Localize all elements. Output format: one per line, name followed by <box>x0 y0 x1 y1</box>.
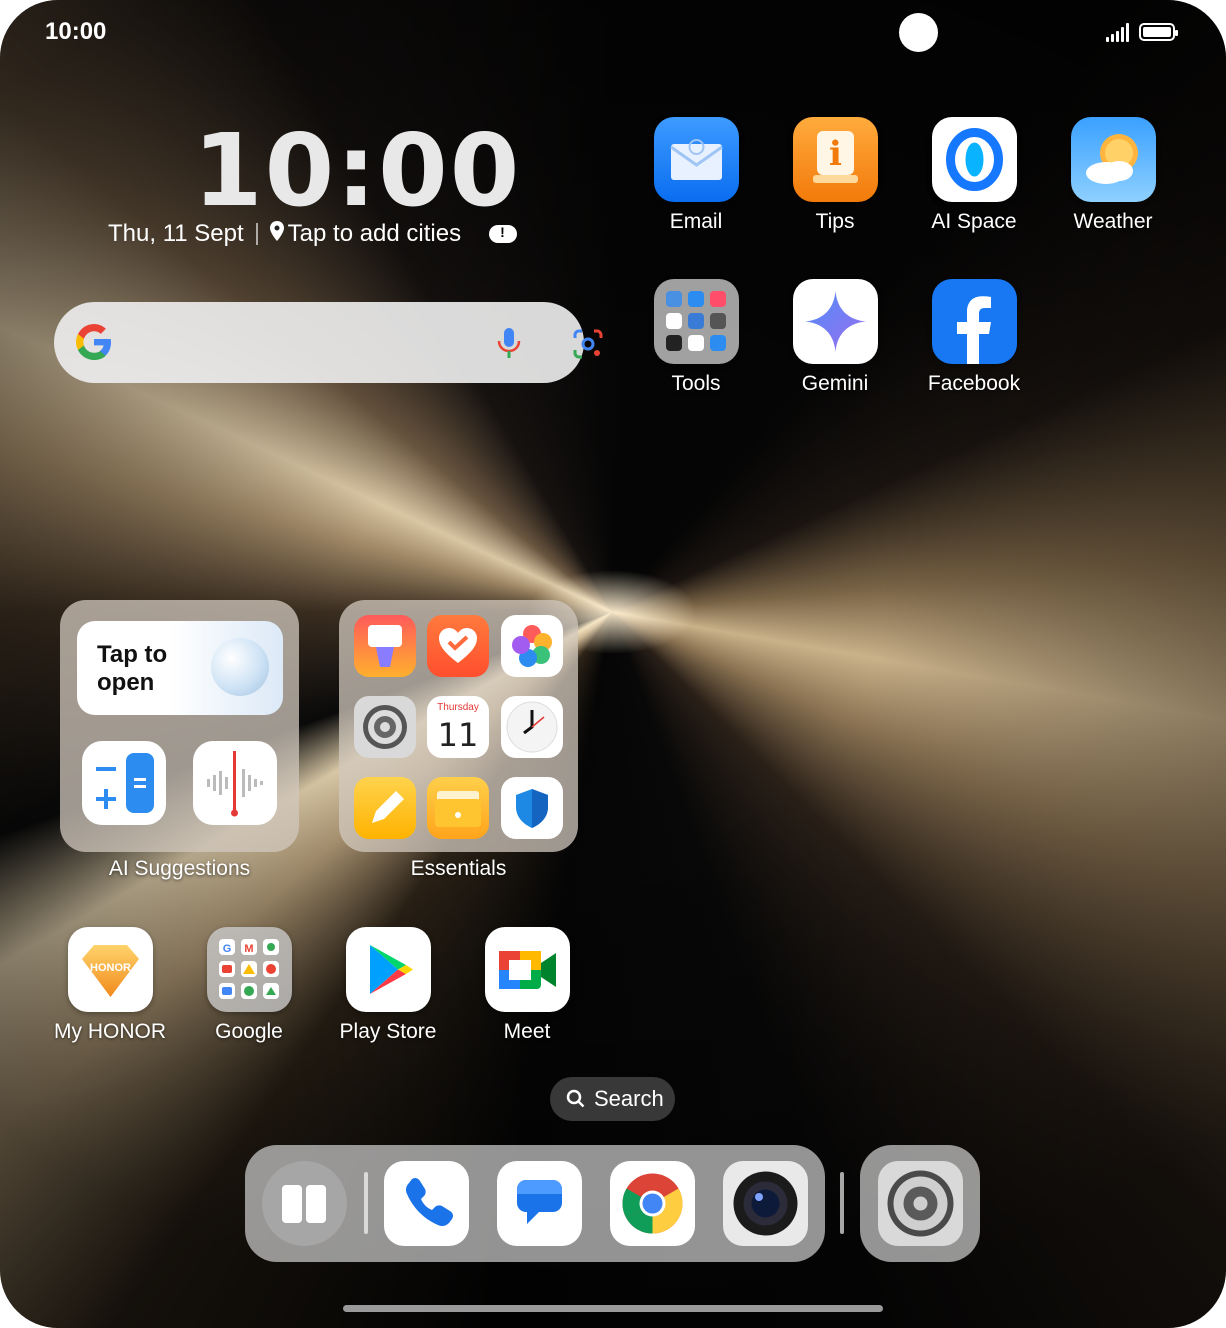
settings-icon[interactable] <box>878 1161 963 1246</box>
meet-icon <box>484 927 570 1012</box>
honor-logo-text: HONOR <box>90 962 131 974</box>
notes-icon[interactable] <box>354 777 416 839</box>
svg-text:i: i <box>829 134 842 174</box>
facebook-icon <box>931 279 1017 364</box>
app-label: My HONOR <box>54 1020 166 1043</box>
app-label: Email <box>669 210 723 233</box>
folder-google[interactable]: GM Google <box>179 927 319 1044</box>
app-label: Meet <box>503 1020 551 1043</box>
app-search-label: Search <box>594 1086 664 1111</box>
google-search-widget[interactable] <box>54 302 603 383</box>
dock-divider <box>364 1172 368 1234</box>
tools-folder-icon <box>653 279 739 364</box>
add-cities-link[interactable]: Tap to add cities <box>288 220 461 248</box>
phone-icon[interactable] <box>384 1161 469 1246</box>
app-label: Gemini <box>801 372 869 395</box>
separator <box>255 223 258 245</box>
calendar-day: Thursday <box>437 702 479 713</box>
status-icons <box>1106 22 1178 42</box>
app-label: Tools <box>671 372 721 395</box>
tap-to-open-card[interactable]: Tap to open <box>77 621 283 715</box>
camera-icon[interactable] <box>723 1161 808 1246</box>
ai-orb-icon <box>211 638 269 696</box>
location-pin-icon <box>269 220 284 248</box>
google-lens-icon[interactable] <box>572 328 604 360</box>
ai-space-icon <box>931 117 1017 202</box>
app-tips[interactable]: i Tips <box>765 117 905 234</box>
themes-icon[interactable] <box>354 615 416 677</box>
essentials-label: Essentials <box>410 857 507 880</box>
search-icon <box>566 1089 585 1108</box>
calendar-icon[interactable]: Thursday 11 <box>427 696 489 758</box>
folder-tools[interactable]: Tools <box>626 279 766 396</box>
signal-icon <box>1106 22 1129 42</box>
app-gemini[interactable]: Gemini <box>765 279 905 396</box>
app-search-button[interactable]: Search <box>550 1077 675 1121</box>
play-store-icon <box>345 927 431 1012</box>
google-g-icon <box>76 324 111 360</box>
svg-text:G: G <box>222 943 231 955</box>
calculator-icon[interactable] <box>82 741 166 825</box>
front-camera <box>899 13 938 52</box>
app-label: Google <box>215 1020 283 1043</box>
messages-icon[interactable] <box>497 1161 582 1246</box>
app-weather[interactable]: Weather <box>1043 117 1183 234</box>
gallery-icon[interactable] <box>501 615 563 677</box>
app-meet[interactable]: Meet <box>457 927 597 1044</box>
essentials-folder[interactable]: Thursday 11 <box>339 600 578 852</box>
gemini-icon <box>792 279 878 364</box>
files-icon[interactable] <box>427 777 489 839</box>
clock-icon[interactable] <box>501 696 563 758</box>
my-honor-icon: HONOR <box>67 927 153 1012</box>
app-label: Tips <box>815 210 855 233</box>
app-play-store[interactable]: Play Store <box>318 927 458 1044</box>
battery-icon <box>1139 23 1178 41</box>
weather-alert-icon[interactable] <box>489 224 518 243</box>
clock-widget-date: Thu, 11 Sept <box>108 220 244 247</box>
card-text-line1: Tap to <box>97 641 168 668</box>
app-my-honor[interactable]: HONOR My HONOR <box>40 927 180 1044</box>
app-label: Play Store <box>339 1020 437 1043</box>
app-label: Facebook <box>927 372 1021 395</box>
health-icon[interactable] <box>427 615 489 677</box>
tips-icon: i <box>792 117 878 202</box>
settings-icon[interactable] <box>354 696 416 758</box>
calendar-date: 11 <box>437 716 479 754</box>
voice-recorder-icon[interactable] <box>193 741 277 825</box>
split-view-icon[interactable] <box>262 1161 347 1246</box>
app-facebook[interactable]: Facebook <box>904 279 1044 396</box>
app-email[interactable]: Email <box>626 117 766 234</box>
clock-widget-date-row[interactable]: Thu, 11 Sept Tap to add cities <box>108 220 518 248</box>
home-screen: 10:00 10:00 Thu, 11 Sept Tap to add citi… <box>0 0 1226 1328</box>
ai-suggestions-widget[interactable]: Tap to open <box>60 600 299 852</box>
mic-icon[interactable] <box>495 326 523 360</box>
ai-suggestions-label: AI Suggestions <box>108 857 251 880</box>
weather-icon <box>1070 117 1156 202</box>
svg-text:M: M <box>244 943 253 955</box>
app-ai-space[interactable]: AI Space <box>904 117 1044 234</box>
chrome-icon[interactable] <box>610 1161 695 1246</box>
home-indicator[interactable] <box>343 1305 883 1312</box>
app-label: Weather <box>1073 210 1153 233</box>
dock-recent-divider <box>840 1172 844 1234</box>
app-label: AI Space <box>931 210 1017 233</box>
status-time: 10:00 <box>45 18 107 45</box>
card-text-line2: open <box>97 669 155 696</box>
security-icon[interactable] <box>501 777 563 839</box>
email-icon <box>653 117 739 202</box>
clock-widget-time[interactable]: 10:00 <box>193 112 521 229</box>
google-folder-icon: GM <box>206 927 292 1012</box>
